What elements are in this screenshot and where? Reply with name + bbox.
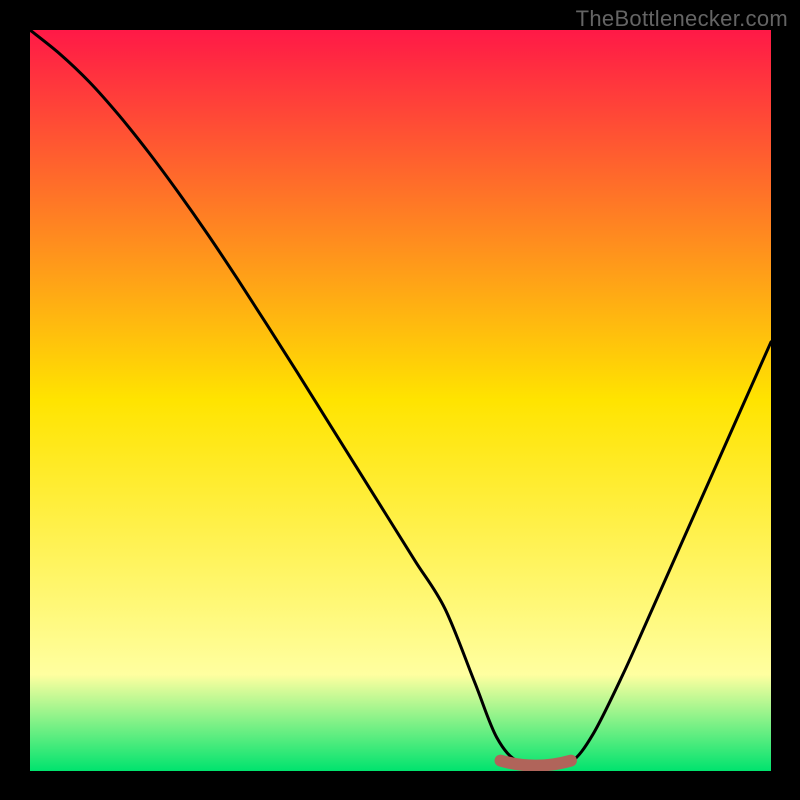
plot-area: [30, 30, 771, 771]
watermark-text: TheBottlenecker.com: [576, 6, 788, 32]
plot-svg: [30, 30, 771, 771]
optimal-region-marker: [501, 761, 571, 766]
chart-frame: TheBottlenecker.com: [0, 0, 800, 800]
